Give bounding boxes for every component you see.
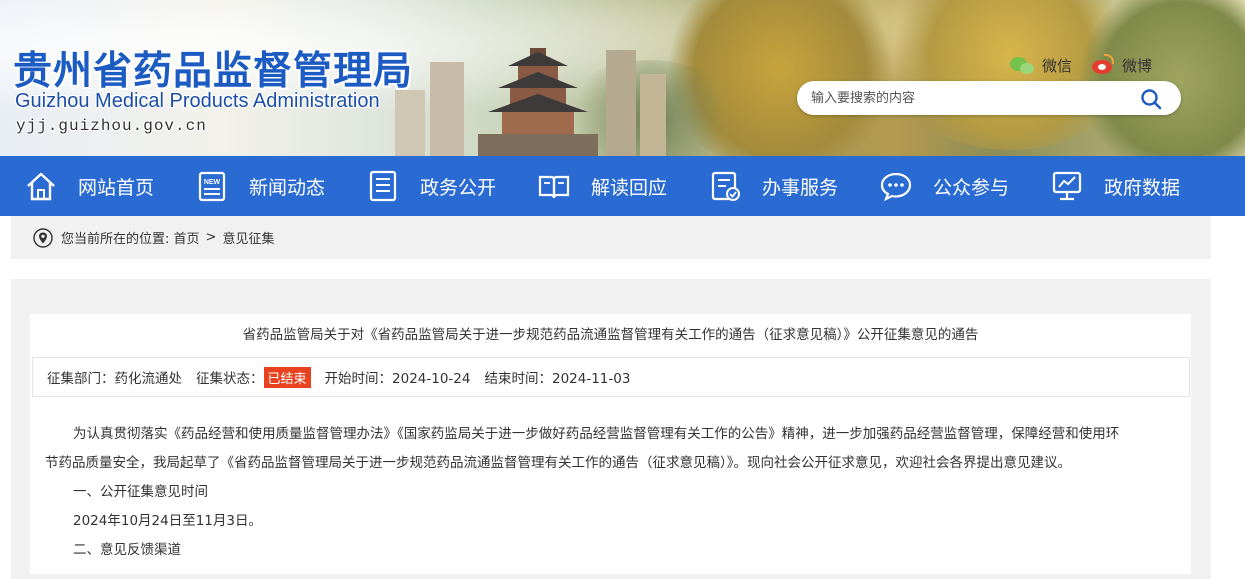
nav-item-news[interactable]: NEW 新闻动态 — [194, 156, 365, 216]
nav-label: 政务公开 — [420, 176, 497, 199]
breadcrumb-separator: > — [205, 230, 217, 245]
section-text: 2024年10月24日至11月3日。 — [73, 513, 262, 529]
home-icon — [23, 168, 59, 204]
site-logo-title[interactable]: 贵州省药品监督管理局 — [13, 40, 413, 96]
paragraph-line: 为认真贯彻落实《药品经营和使用质量监督管理办法》《国家药监局关于进一步做好药品经… — [73, 426, 1120, 442]
collection-department: 征集部门：药化流通处 — [47, 371, 182, 387]
weibo-link[interactable]: 微博 — [1090, 54, 1152, 76]
nav-label: 办事服务 — [762, 176, 839, 199]
breadcrumb-home-link[interactable]: 首页 — [174, 228, 200, 247]
site-logo-subtitle: Guizhou Medical Products Administration — [15, 90, 380, 112]
paragraph-line: 节药品质量安全，我局起草了《省药品监督管理局关于进一步规范药品流通监督管理有关工… — [45, 455, 1071, 471]
chat-icon — [878, 168, 914, 204]
nav-item-public-participation[interactable]: 公众参与 — [878, 156, 1049, 216]
nav-item-home[interactable]: 网站首页 — [23, 156, 194, 216]
section-heading: 一、公开征集意见时间 — [73, 484, 208, 500]
nav-item-services[interactable]: 办事服务 — [707, 156, 878, 216]
header-building — [430, 62, 464, 156]
header-tree — [1080, 0, 1245, 156]
nav-label: 新闻动态 — [249, 176, 326, 199]
search-input[interactable] — [811, 88, 1131, 108]
nav-item-government-affairs[interactable]: 政务公开 — [365, 156, 536, 216]
nav-label: 政府数据 — [1104, 176, 1181, 199]
status-badge: 已结束 — [263, 366, 311, 388]
nav-label: 公众参与 — [933, 176, 1010, 199]
start-time: 开始时间：2024-10-24 — [324, 371, 471, 387]
collection-status-label: 征集状态： — [196, 371, 264, 387]
weibo-icon — [1090, 54, 1116, 76]
wechat-label: 微信 — [1042, 56, 1073, 75]
news-icon: NEW — [194, 168, 230, 204]
svg-text:NEW: NEW — [204, 179, 221, 186]
header-building — [395, 90, 425, 156]
wechat-link[interactable]: 微信 — [1010, 54, 1072, 76]
nav-label: 解读回应 — [591, 176, 668, 199]
article-meta: 征集部门：药化流通处 征集状态： 已结束 开始时间：2024-10-24 结束时… — [32, 357, 1190, 397]
nav-item-government-data[interactable]: 政府数据 — [1049, 156, 1220, 216]
breadcrumb-prefix: 您当前所在的位置: — [61, 232, 170, 247]
site-header: 贵州省药品监督管理局 Guizhou Medical Products Admi… — [0, 0, 1245, 156]
data-icon — [1049, 168, 1085, 204]
article-title: 省药品监管局关于对《省药品监管局关于进一步规范药品流通监督管理有关工作的通告（征… — [242, 327, 979, 343]
header-building — [640, 74, 666, 156]
nav-item-interpretation[interactable]: 解读回应 — [536, 156, 707, 216]
wechat-icon — [1010, 55, 1036, 75]
book-icon — [536, 168, 572, 204]
pagoda-illustration — [478, 48, 598, 156]
document-icon — [365, 168, 401, 204]
breadcrumb: 您当前所在的位置: 首页 > 意见征集 — [11, 216, 1211, 259]
service-icon — [707, 168, 743, 204]
location-icon — [33, 227, 53, 248]
site-domain: yjj.guizhou.gov.cn — [16, 117, 207, 135]
header-building — [606, 50, 636, 156]
article-body: 为认真贯彻落实《药品经营和使用质量监督管理办法》《国家药监局关于进一步做好药品经… — [45, 420, 1180, 565]
end-time: 结束时间：2024-11-03 — [484, 371, 631, 387]
section-heading: 二、意见反馈渠道 — [73, 542, 181, 558]
breadcrumb-current-link[interactable]: 意见征集 — [222, 228, 274, 247]
main-nav: 网站首页 NEW 新闻动态 政务公开 解读回应 办事服务 公众参与 政府数据 — [0, 156, 1245, 216]
search-box — [797, 81, 1181, 115]
nav-label: 网站首页 — [78, 176, 155, 199]
search-icon[interactable] — [1140, 88, 1162, 110]
weibo-label: 微博 — [1122, 56, 1153, 75]
